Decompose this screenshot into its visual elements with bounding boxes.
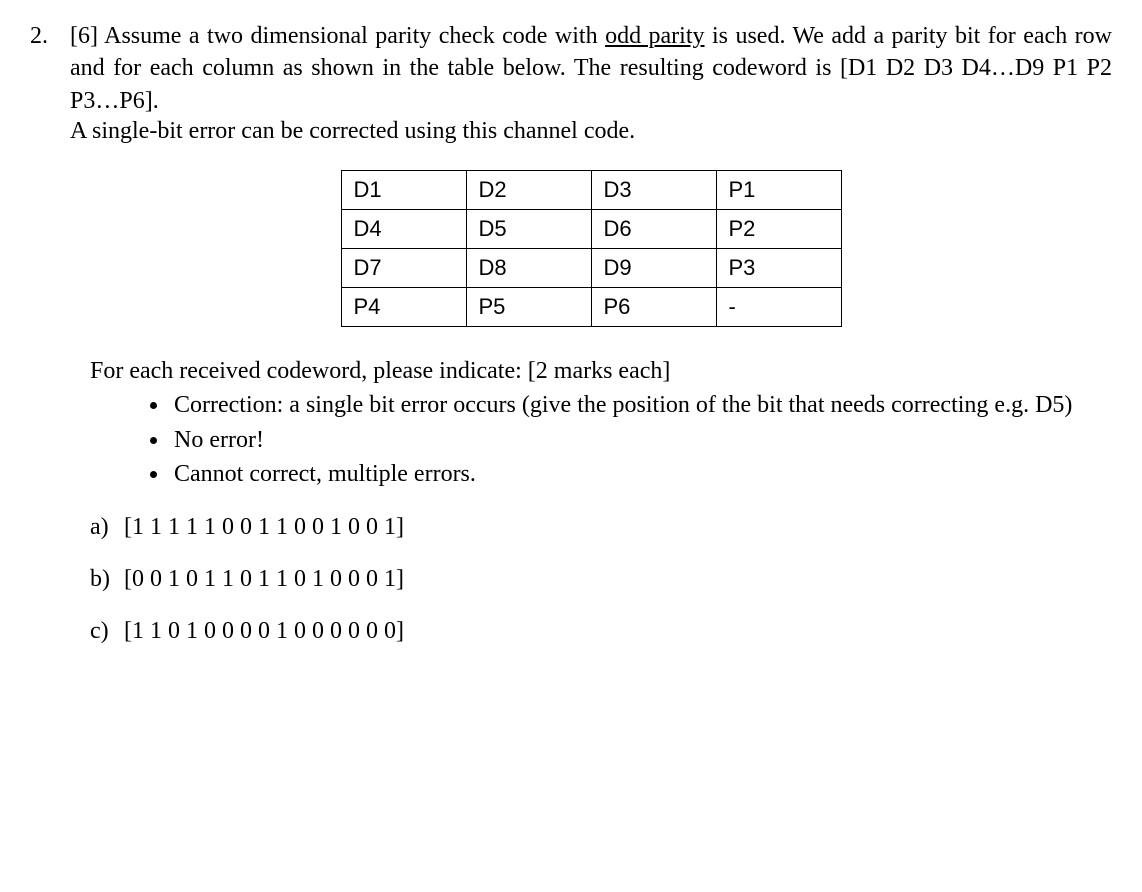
question-number: 2. bbox=[30, 20, 70, 52]
table-row: P4 P5 P6 - bbox=[341, 287, 841, 326]
part-b: b) [0 0 1 0 1 1 0 1 1 0 1 0 0 0 1] bbox=[90, 563, 1112, 595]
part-b-codeword: [0 0 1 0 1 1 0 1 1 0 1 0 0 0 1] bbox=[124, 563, 404, 595]
cell-D6: D6 bbox=[591, 209, 716, 248]
part-a: a) [1 1 1 1 1 0 0 1 1 0 0 1 0 0 1] bbox=[90, 511, 1112, 543]
part-a-label: a) bbox=[90, 511, 124, 543]
cell-D1: D1 bbox=[341, 170, 466, 209]
part-c-codeword: [1 1 0 1 0 0 0 0 1 0 0 0 0 0 0] bbox=[124, 615, 404, 647]
cell-P6: P6 bbox=[591, 287, 716, 326]
bullet-list: Correction: a single bit error occurs (g… bbox=[90, 389, 1112, 490]
list-item: Cannot correct, multiple errors. bbox=[170, 458, 1112, 490]
list-item: No error! bbox=[170, 424, 1112, 456]
cell-P1: P1 bbox=[716, 170, 841, 209]
cell-D8: D8 bbox=[466, 248, 591, 287]
cell-P4: P4 bbox=[341, 287, 466, 326]
cell-D3: D3 bbox=[591, 170, 716, 209]
table-row: D4 D5 D6 P2 bbox=[341, 209, 841, 248]
part-a-codeword: [1 1 1 1 1 0 0 1 1 0 0 1 0 0 1] bbox=[124, 511, 404, 543]
cell-P3: P3 bbox=[716, 248, 841, 287]
table-row: D1 D2 D3 P1 bbox=[341, 170, 841, 209]
intro-line2: A single-bit error can be corrected usin… bbox=[70, 117, 1112, 146]
part-c: c) [1 1 0 1 0 0 0 0 1 0 0 0 0 0 0] bbox=[90, 615, 1112, 647]
cell-P5: P5 bbox=[466, 287, 591, 326]
part-b-label: b) bbox=[90, 563, 124, 595]
intro-part1: Assume a two dimensional parity check co… bbox=[98, 23, 605, 49]
cell-D4: D4 bbox=[341, 209, 466, 248]
intro-underlined: odd parity bbox=[605, 23, 704, 49]
subparts-block: a) [1 1 1 1 1 0 0 1 1 0 0 1 0 0 1] b) [0… bbox=[90, 511, 1112, 648]
instructions-block: For each received codeword, please indic… bbox=[90, 355, 1112, 491]
instructions-lead: For each received codeword, please indic… bbox=[90, 355, 1112, 387]
part-c-label: c) bbox=[90, 615, 124, 647]
cell-D2: D2 bbox=[466, 170, 591, 209]
cell-D7: D7 bbox=[341, 248, 466, 287]
cell-P2: P2 bbox=[716, 209, 841, 248]
question-body: [6] Assume a two dimensional parity chec… bbox=[70, 20, 1112, 355]
cell-D5: D5 bbox=[466, 209, 591, 248]
list-item: Correction: a single bit error occurs (g… bbox=[170, 389, 1112, 421]
cell-D9: D9 bbox=[591, 248, 716, 287]
points-tag: [6] bbox=[70, 23, 98, 49]
cell-dash: - bbox=[716, 287, 841, 326]
question-container: 2. [6] Assume a two dimensional parity c… bbox=[30, 20, 1112, 355]
parity-layout-table: D1 D2 D3 P1 D4 D5 D6 P2 D7 D8 D9 P3 P4 P… bbox=[341, 170, 842, 327]
table-row: D7 D8 D9 P3 bbox=[341, 248, 841, 287]
